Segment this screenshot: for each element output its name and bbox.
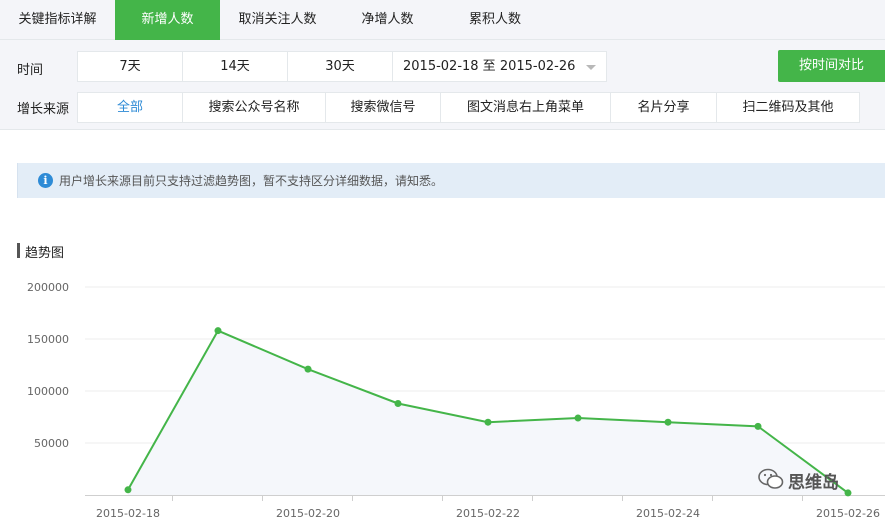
tab-cumulative[interactable]: 累积人数 bbox=[440, 0, 550, 40]
time-option-30d[interactable]: 30天 bbox=[287, 51, 393, 82]
time-option-7d[interactable]: 7天 bbox=[77, 51, 183, 82]
info-notice: i 用户增长来源目前只支持过滤趋势图，暂不支持区分详细数据，请知悉。 bbox=[17, 163, 885, 198]
source-option-article-menu[interactable]: 图文消息右上角菜单 bbox=[440, 92, 611, 123]
tab-key-metrics[interactable]: 关键指标详解 bbox=[0, 0, 115, 40]
data-point bbox=[484, 418, 492, 426]
source-option-search-id[interactable]: 搜索微信号 bbox=[325, 92, 441, 123]
date-range-picker[interactable]: 2015-02-18 至 2015-02-26 bbox=[392, 51, 607, 82]
source-label: 增长来源 bbox=[17, 102, 70, 117]
x-tick-label: 2015-02-22 bbox=[456, 507, 520, 520]
y-tick-label: 100000 bbox=[27, 385, 69, 398]
data-point bbox=[124, 486, 132, 494]
source-option-all[interactable]: 全部 bbox=[77, 92, 183, 123]
tab-net-growth[interactable]: 净增人数 bbox=[335, 0, 440, 40]
watermark-text: 思维岛 bbox=[788, 473, 839, 493]
x-tick-label: 2015-02-18 bbox=[96, 507, 160, 520]
wechat-icon bbox=[758, 468, 784, 489]
time-option-14d[interactable]: 14天 bbox=[182, 51, 288, 82]
data-point bbox=[664, 418, 672, 426]
tab-unfollow[interactable]: 取消关注人数 bbox=[220, 0, 335, 40]
source-option-card-share[interactable]: 名片分享 bbox=[610, 92, 717, 123]
chart-title: 趋势图 bbox=[25, 246, 65, 261]
series-area bbox=[128, 330, 848, 495]
chevron-down-icon bbox=[586, 65, 596, 70]
data-point bbox=[214, 327, 222, 335]
data-point bbox=[394, 399, 402, 407]
watermark: 思维岛 bbox=[758, 466, 868, 496]
y-tick-label: 200000 bbox=[27, 281, 69, 294]
metric-tabs: 关键指标详解 新增人数 取消关注人数 净增人数 累积人数 bbox=[0, 0, 885, 40]
info-icon: i bbox=[38, 173, 53, 188]
source-option-qrcode-other[interactable]: 扫二维码及其他 bbox=[716, 92, 860, 123]
filter-panel: 时间 7天 14天 30天 2015-02-18 至 2015-02-26 按时… bbox=[0, 40, 885, 130]
data-point bbox=[304, 365, 312, 373]
tab-new-users[interactable]: 新增人数 bbox=[115, 0, 220, 40]
source-option-search-name[interactable]: 搜索公众号名称 bbox=[182, 92, 326, 123]
x-tick-label: 2015-02-20 bbox=[276, 507, 340, 520]
date-range-value: 2015-02-18 至 2015-02-26 bbox=[403, 59, 576, 74]
y-tick-label: 150000 bbox=[27, 333, 69, 346]
data-point bbox=[574, 414, 582, 422]
x-tick-label: 2015-02-26 bbox=[816, 507, 880, 520]
chart-title-marker bbox=[17, 243, 20, 258]
compare-by-time-button[interactable]: 按时间对比 bbox=[778, 50, 885, 82]
y-tick-label: 50000 bbox=[34, 437, 69, 450]
time-label: 时间 bbox=[17, 63, 44, 78]
trend-chart: 200000 150000 100000 50000 2015-02-18 2015-02… bbox=[27, 281, 885, 520]
x-tick-label: 2015-02-24 bbox=[636, 507, 700, 520]
notice-text: 用户增长来源目前只支持过滤趋势图，暂不支持区分详细数据，请知悉。 bbox=[59, 174, 444, 188]
data-point bbox=[754, 422, 762, 430]
